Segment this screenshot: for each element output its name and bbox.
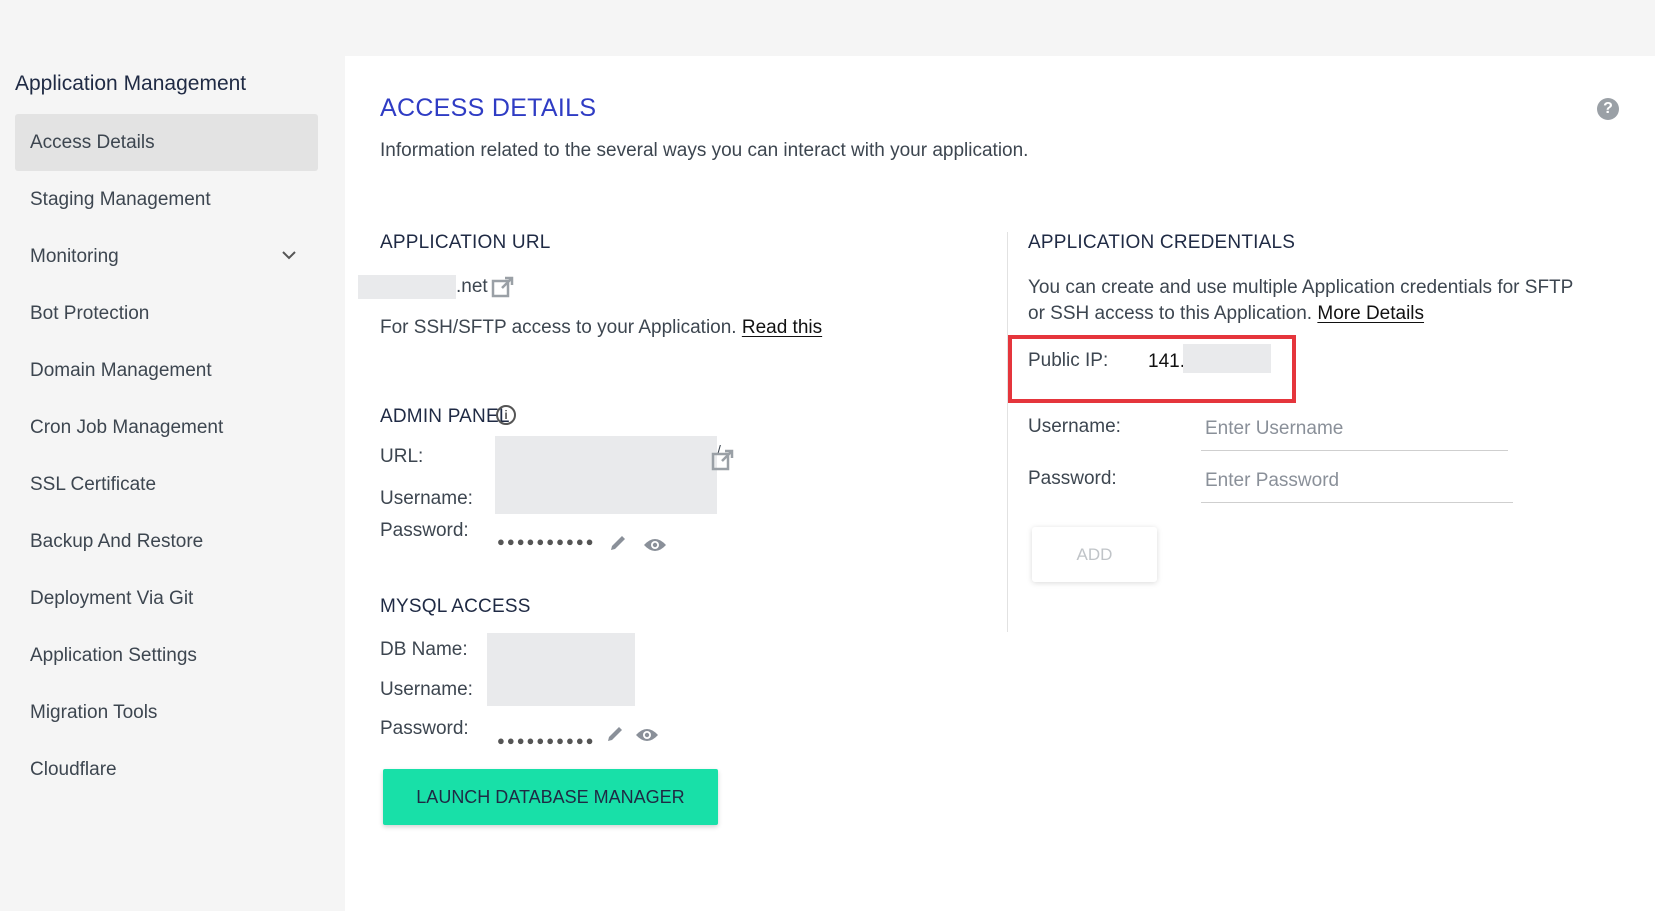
external-link-icon[interactable] bbox=[711, 448, 735, 472]
launch-database-manager-button[interactable]: LAUNCH DATABASE MANAGER bbox=[383, 769, 718, 825]
ssh-access-note: For SSH/SFTP access to your Application.… bbox=[380, 317, 822, 339]
admin-url-label: URL: bbox=[380, 446, 424, 467]
access-details-panel: ACCESS DETAILS Information related to th… bbox=[345, 56, 1655, 911]
admin-panel-title: ADMIN PANEL bbox=[380, 406, 510, 427]
sidebar-item-ssl-certificate[interactable]: SSL Certificate bbox=[15, 456, 318, 513]
password-label: Password: bbox=[1028, 468, 1117, 489]
redacted-ip bbox=[1183, 344, 1271, 373]
credentials-description-text: or SSH access to this Application. bbox=[1028, 303, 1313, 324]
db-username-label: Username: bbox=[380, 679, 473, 700]
application-url-title: APPLICATION URL bbox=[380, 232, 551, 253]
question-circle-icon[interactable]: ? bbox=[1597, 98, 1619, 120]
column-divider bbox=[1007, 232, 1008, 632]
password-input[interactable] bbox=[1201, 463, 1513, 503]
db-password-label: Password: bbox=[380, 718, 469, 739]
page-title: ACCESS DETAILS bbox=[380, 94, 597, 122]
admin-username-label: Username: bbox=[380, 488, 473, 509]
sidebar-item-application-settings[interactable]: Application Settings bbox=[15, 627, 318, 684]
admin-password-label: Password: bbox=[380, 520, 469, 541]
eye-icon[interactable] bbox=[635, 727, 659, 743]
sidebar-item-backup-and-restore[interactable]: Backup And Restore bbox=[15, 513, 318, 570]
sidebar-title: Application Management bbox=[15, 72, 247, 95]
sidebar-item-domain-management[interactable]: Domain Management bbox=[15, 342, 318, 399]
application-credentials-title: APPLICATION CREDENTIALS bbox=[1028, 232, 1296, 253]
ssh-access-text: For SSH/SFTP access to your Application. bbox=[380, 317, 737, 338]
redacted-db-details bbox=[487, 633, 635, 706]
sidebar-item-access-details[interactable]: Access Details bbox=[15, 114, 318, 171]
read-this-link[interactable]: Read this bbox=[742, 317, 822, 338]
sidebar-item-staging-management[interactable]: Staging Management bbox=[15, 171, 318, 228]
chevron-down-icon bbox=[282, 251, 296, 260]
sidebar: Application Management Access Details St… bbox=[0, 0, 345, 911]
sidebar-item-migration-tools[interactable]: Migration Tools bbox=[15, 684, 318, 741]
credentials-description-line2: or SSH access to this Application. More … bbox=[1028, 303, 1424, 325]
username-label: Username: bbox=[1028, 416, 1121, 437]
application-url-suffix[interactable]: .net bbox=[456, 276, 488, 298]
sidebar-item-deployment-via-git[interactable]: Deployment Via Git bbox=[15, 570, 318, 627]
username-input[interactable] bbox=[1201, 411, 1508, 451]
sidebar-item-label: Monitoring bbox=[30, 245, 119, 267]
credentials-description-line1: You can create and use multiple Applicat… bbox=[1028, 277, 1574, 298]
redacted-url bbox=[358, 275, 456, 299]
page-subtitle: Information related to the several ways … bbox=[380, 140, 1029, 161]
eye-icon[interactable] bbox=[643, 537, 667, 553]
external-link-icon[interactable] bbox=[491, 275, 515, 299]
add-credential-button[interactable]: ADD bbox=[1032, 527, 1157, 582]
more-details-link[interactable]: More Details bbox=[1317, 303, 1424, 324]
db-name-label: DB Name: bbox=[380, 639, 468, 660]
redacted-admin-details bbox=[495, 436, 717, 514]
public-ip-label: Public IP: bbox=[1028, 350, 1109, 371]
sidebar-item-bot-protection[interactable]: Bot Protection bbox=[15, 285, 318, 342]
pencil-icon[interactable] bbox=[605, 724, 625, 744]
sidebar-item-monitoring[interactable]: Monitoring bbox=[15, 228, 318, 285]
sidebar-item-cron-job-management[interactable]: Cron Job Management bbox=[15, 399, 318, 456]
mysql-access-title: MYSQL ACCESS bbox=[380, 596, 531, 617]
sidebar-item-cloudflare[interactable]: Cloudflare bbox=[15, 741, 318, 798]
info-icon[interactable]: i bbox=[496, 405, 516, 425]
admin-password-value: ●●●●●●●●●● bbox=[497, 534, 596, 549]
pencil-icon[interactable] bbox=[608, 533, 628, 553]
sidebar-nav: Access Details Staging Management Monito… bbox=[15, 114, 318, 798]
db-password-value: ●●●●●●●●●● bbox=[497, 733, 596, 748]
